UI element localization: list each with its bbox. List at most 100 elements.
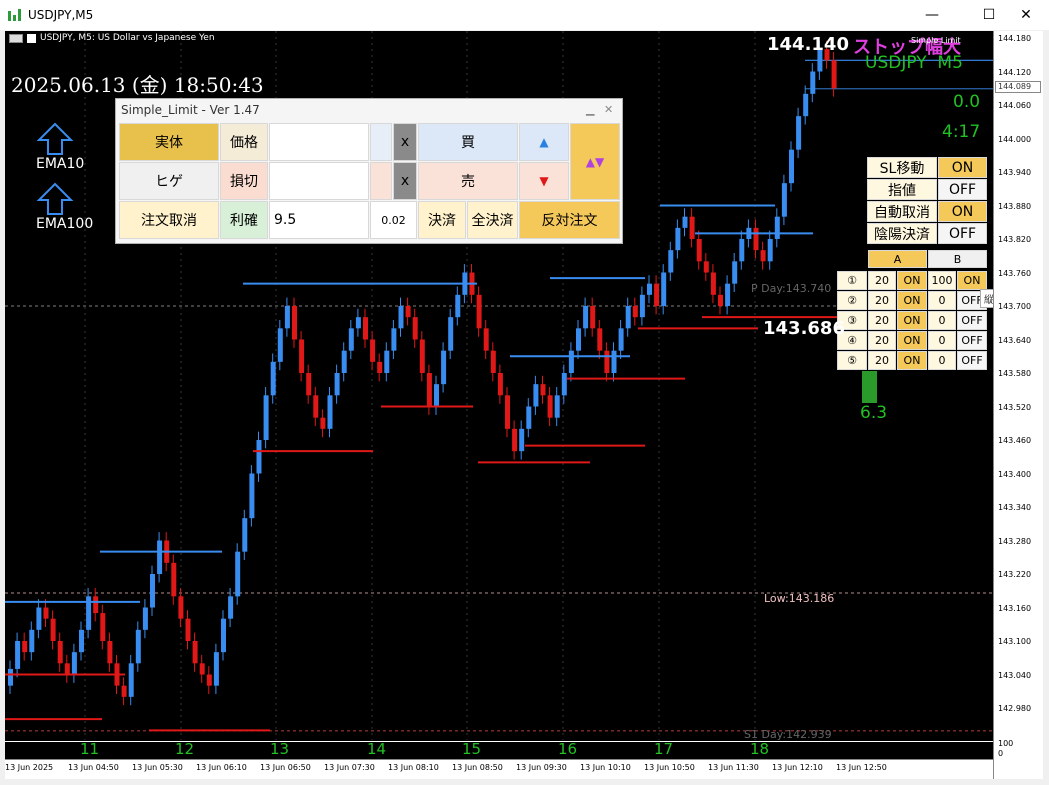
candle-body	[675, 227, 681, 251]
candle-body	[100, 613, 106, 641]
a-toggle[interactable]: ON	[897, 271, 927, 290]
price-tick: 143.820	[998, 235, 1032, 244]
minimize-button[interactable]: —	[909, 0, 955, 30]
candle-body	[249, 473, 255, 519]
candle-body	[505, 395, 510, 429]
panel-minimize-icon[interactable]: ▁	[586, 99, 594, 121]
a-value[interactable]: 20	[868, 291, 896, 310]
settle-button[interactable]: 決済	[418, 201, 466, 239]
a-toggle[interactable]: ON	[897, 311, 927, 330]
candle-body	[590, 306, 596, 329]
buy-button[interactable]: 買	[418, 123, 518, 161]
b-value[interactable]: 0	[928, 351, 956, 370]
candle-body	[178, 596, 184, 619]
hour-label: 17	[654, 740, 674, 758]
b-value[interactable]: 0	[928, 331, 956, 350]
candle-body	[334, 373, 340, 396]
a-value[interactable]: 20	[868, 271, 896, 290]
down-arrow-button[interactable]: ▼	[519, 162, 569, 200]
chart-area[interactable]: USDJPY, M5: US Dollar vs Japanese Yen 20…	[5, 31, 1043, 779]
spread-bar	[862, 371, 877, 403]
sell-button[interactable]: 売	[418, 162, 518, 200]
updown-button[interactable]: ▲▼	[570, 123, 620, 200]
candle-body	[142, 607, 148, 630]
settle-all-button[interactable]: 全決済	[467, 201, 518, 239]
candle-body	[221, 618, 226, 653]
time-tick: 13 Jun 11:30	[708, 763, 759, 772]
price-tick: 143.100	[998, 637, 1032, 646]
price-tick: 144.120	[998, 67, 1032, 77]
a-value[interactable]: 20	[868, 351, 896, 370]
candle-body	[774, 216, 780, 239]
reverse-order-button[interactable]: 反対注文	[519, 201, 620, 239]
a-value[interactable]: 20	[868, 331, 896, 350]
b-value[interactable]: 0	[928, 311, 956, 330]
takeprofit-input[interactable]: 9.5	[269, 201, 369, 239]
candle-body	[540, 384, 546, 396]
candle-body	[256, 440, 262, 474]
candle-body	[739, 239, 745, 262]
b-value[interactable]: 0	[928, 291, 956, 310]
candle-body	[512, 428, 518, 452]
up-arrow-button[interactable]: ▲	[519, 123, 569, 161]
candle-body	[732, 261, 738, 284]
candle-body	[71, 652, 77, 675]
candle-body	[313, 395, 319, 418]
price-clear-button[interactable]: x	[393, 123, 417, 161]
setting-toggle[interactable]: OFF	[938, 223, 987, 244]
panel-title-bar[interactable]: Simple_Limit - Ver 1.47 ▁ ✕	[116, 99, 622, 121]
setting-toggle[interactable]: ON	[938, 201, 987, 222]
a-toggle[interactable]: ON	[897, 351, 927, 370]
setting-label: 自動取消	[867, 201, 937, 222]
ema100-up-arrow-icon	[36, 182, 74, 215]
b-toggle[interactable]: OFF	[957, 311, 987, 330]
price-input[interactable]	[269, 123, 369, 161]
candle-body	[306, 373, 312, 396]
setting-toggle[interactable]: ON	[938, 157, 987, 178]
b-toggle[interactable]: ON	[957, 271, 987, 290]
b-value[interactable]: 100	[928, 271, 956, 290]
hour-label: 18	[750, 740, 770, 758]
flag-icon	[9, 33, 23, 43]
price-axis[interactable]: 144.180 144.120 144.060 144.000 143.940 143.8…	[993, 31, 1043, 779]
sub-tick: 100	[998, 739, 1014, 748]
candle-body	[448, 317, 454, 351]
candle-body	[426, 373, 432, 407]
hour-label: 13	[270, 740, 290, 758]
lot-input[interactable]: 0.02	[370, 201, 417, 239]
price-tick: 143.760	[998, 268, 1032, 278]
hour-label: 14	[367, 740, 387, 758]
close-button[interactable]: ✕	[1003, 0, 1049, 30]
candle-body	[639, 294, 645, 318]
candle-body	[320, 417, 326, 429]
a-toggle[interactable]: ON	[897, 291, 927, 310]
price-tick: 144.060	[998, 101, 1032, 110]
candle-body	[831, 60, 837, 89]
body-button[interactable]: 実体	[119, 123, 219, 161]
hour-label: 16	[558, 740, 578, 758]
cancel-orders-button[interactable]: 注文取消	[119, 201, 219, 239]
price-tick: 143.400	[998, 469, 1032, 479]
stoploss-input[interactable]	[269, 162, 369, 200]
candle-body	[526, 406, 532, 429]
time-tick: 13 Jun 06:10	[196, 763, 247, 772]
setting-row: SL移動 ON	[867, 157, 987, 179]
panel-close-icon[interactable]: ✕	[604, 99, 613, 121]
a-toggle[interactable]: ON	[897, 331, 927, 350]
b-toggle[interactable]: OFF	[957, 351, 987, 370]
time-axis[interactable]: 13 Jun 2025 13 Jun 04:50 13 Jun 05:30 13 Ju…	[5, 759, 993, 779]
candle-body	[682, 216, 688, 228]
candle-body	[533, 384, 539, 407]
candle-body	[725, 283, 731, 306]
a-value[interactable]: 20	[868, 311, 896, 330]
candle-body	[483, 328, 489, 351]
price-tick: 143.520	[998, 402, 1032, 412]
setting-toggle[interactable]: OFF	[938, 179, 987, 200]
stoploss-clear-button[interactable]: x	[393, 162, 417, 200]
b-toggle[interactable]: OFF	[957, 331, 987, 350]
ema10-label: EMA10	[36, 156, 85, 172]
price-tick: 144.180	[998, 34, 1032, 43]
price-tick: 143.700	[998, 302, 1032, 311]
wick-button[interactable]: ヒゲ	[119, 162, 219, 200]
candle-body	[796, 116, 802, 150]
